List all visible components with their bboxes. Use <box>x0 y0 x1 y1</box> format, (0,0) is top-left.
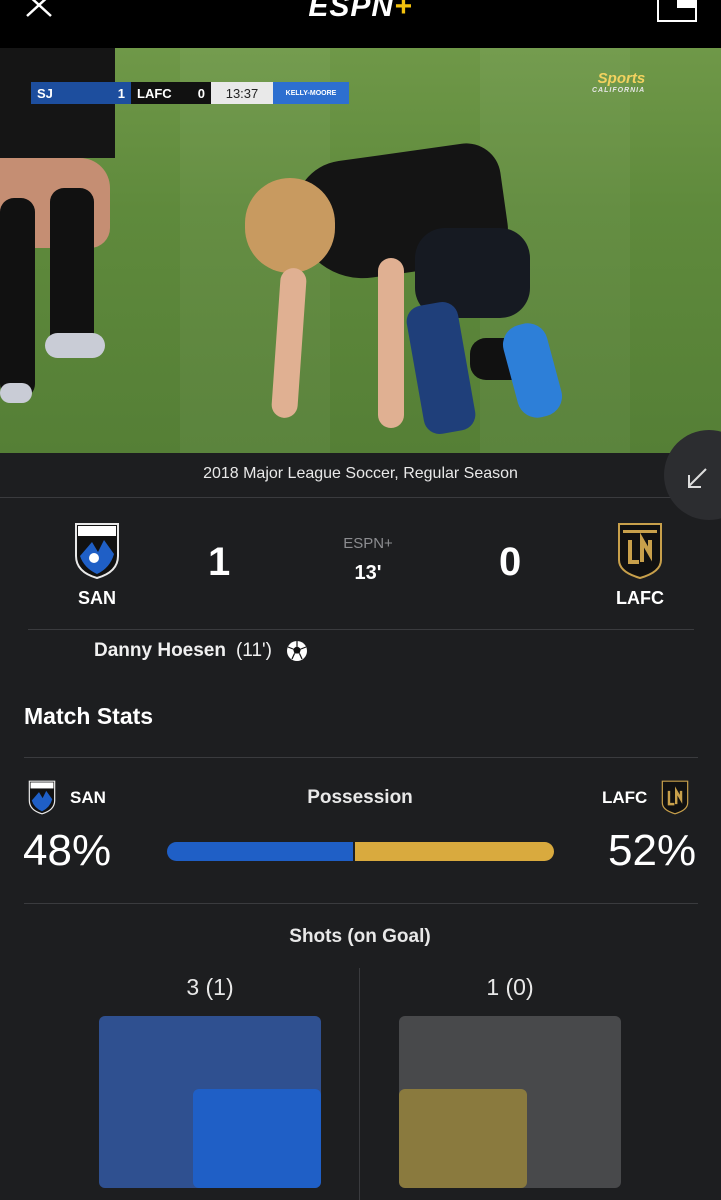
possession-bar <box>167 842 554 861</box>
broadcast-network: ESPN+ <box>343 535 393 552</box>
match-clock: 13' <box>354 562 382 584</box>
lafc-crest-icon <box>662 780 689 815</box>
espn-plus-logo: ESPN+ <box>308 0 413 23</box>
away-team-abbr: LAFC <box>616 588 664 608</box>
home-team-abbr: SAN <box>77 588 116 608</box>
nbc-sports-logo: Sports CALIFORNIA <box>592 70 646 94</box>
possession-home-team: SAN <box>28 780 106 815</box>
lafc-crest-icon <box>618 523 662 580</box>
scorer-name: Danny Hoesen <box>94 640 226 661</box>
quakes-crest-icon <box>28 780 56 815</box>
tv-scorebug: SJ 1 LAFC 0 13:37 KELLY-MOORE <box>31 82 349 104</box>
goal-scorer: Danny Hoesen (11') <box>94 640 308 662</box>
shots-on-goal-home <box>192 1088 321 1188</box>
away-team[interactable]: LAFC <box>600 522 680 609</box>
divider <box>28 629 694 630</box>
possession-label: Possession <box>307 787 413 808</box>
divider <box>24 757 698 758</box>
top-bar: ESPN+ <box>0 0 721 48</box>
home-team[interactable]: SAN <box>57 522 137 609</box>
soccer-ball-icon <box>287 641 307 661</box>
shots-away-value: 1 (0) <box>486 974 534 1000</box>
divider <box>24 903 698 904</box>
quakes-crest-icon <box>75 523 119 580</box>
shots-divider <box>359 968 360 1200</box>
possession-away-pct: 52% <box>608 826 697 875</box>
scorer-minute: (11') <box>235 640 272 661</box>
picture-in-picture-icon[interactable] <box>657 0 697 22</box>
shots-label: Shots (on Goal) <box>289 926 431 947</box>
shots-home-box <box>99 1016 321 1188</box>
shots-home-value: 3 (1) <box>186 974 234 1000</box>
video-player[interactable]: SJ 1 LAFC 0 13:37 KELLY-MOORE Sports CALIF… <box>0 48 721 453</box>
possession-bar-away <box>352 842 554 861</box>
possession-away-team: LAFC <box>602 780 689 815</box>
away-score: 0 <box>499 540 522 584</box>
league-title: 2018 Major League Soccer, Regular Season <box>203 465 518 482</box>
possession-home-pct: 48% <box>23 826 112 875</box>
match-stats-title: Match Stats <box>24 703 154 729</box>
possession-bar-home <box>167 842 353 861</box>
arrow-down-left-icon <box>688 468 707 488</box>
shots-away-box <box>399 1016 621 1188</box>
league-bar: 2018 Major League Soccer, Regular Season <box>0 453 721 498</box>
home-score: 1 <box>208 540 231 584</box>
shots-on-goal-away <box>399 1088 528 1188</box>
